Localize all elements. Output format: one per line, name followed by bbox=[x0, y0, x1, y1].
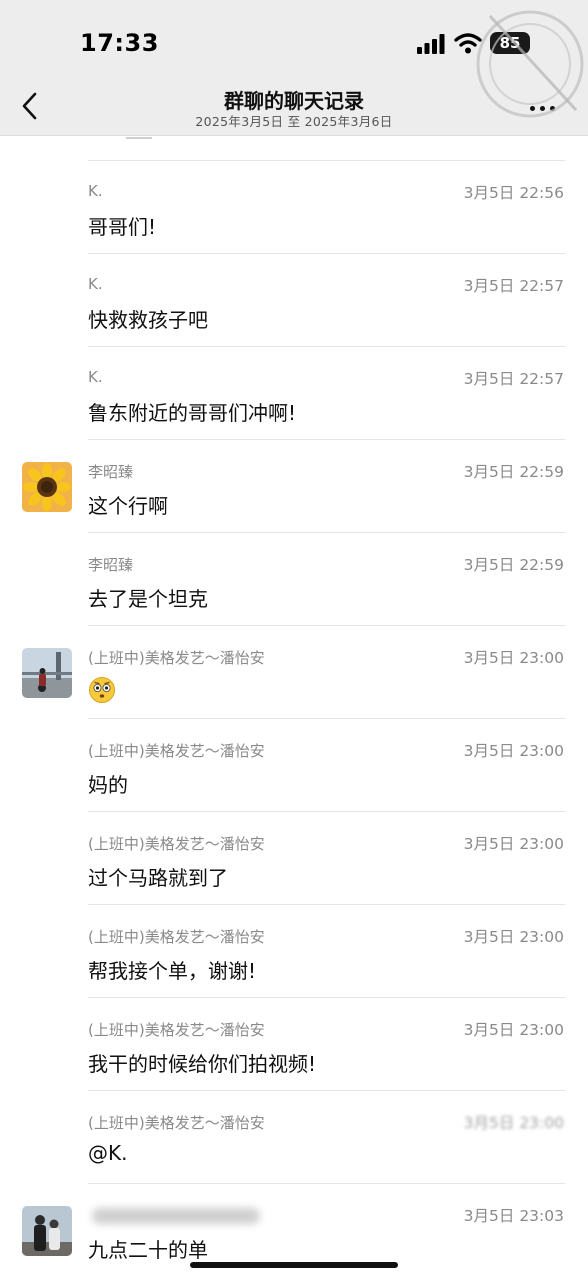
message-text: 九点二十的单 bbox=[88, 1238, 208, 1262]
more-dots-icon[interactable] bbox=[530, 98, 560, 112]
message-time: 3月5日 22:56 bbox=[463, 184, 564, 202]
message-text: 哥哥们! bbox=[88, 215, 157, 239]
list-item[interactable]: 李昭臻 3月5日 22:59 去了是个坦克 bbox=[0, 533, 588, 626]
message-time: 3月5日 23:00 bbox=[463, 1021, 564, 1039]
nav-bar: 群聊的聊天记录 2025年3月5日 至 2025年3月6日 bbox=[0, 80, 588, 136]
list-item[interactable]: (上班中)美格发艺～潘怡安 3月5日 23:00 帮我接个单，谢谢! bbox=[0, 905, 588, 998]
message-time: 3月5日 23:00 bbox=[463, 835, 564, 853]
sender-name: (上班中)美格发艺～潘怡安 bbox=[88, 649, 265, 667]
list-item[interactable]: (上班中)美格发艺～潘怡安 3月5日 23:00 bbox=[0, 626, 588, 719]
message-text: @K. bbox=[88, 1141, 128, 1165]
list-item[interactable]: (上班中)美格发艺～潘怡安 3月5日 23:00 @K. bbox=[0, 1091, 588, 1184]
previous-message-stub bbox=[88, 137, 565, 161]
message-time: 3月5日 23:00 bbox=[463, 928, 564, 946]
signal-icon bbox=[417, 34, 445, 54]
sender-name: (上班中)美格发艺～潘怡安 bbox=[88, 928, 265, 946]
message-time: 3月5日 22:57 bbox=[463, 370, 564, 388]
status-time: 17:33 bbox=[80, 29, 159, 57]
message-time: 3月5日 23:00 bbox=[463, 649, 564, 667]
sunflower-avatar[interactable] bbox=[22, 462, 72, 512]
status-bar: 17:33 85 bbox=[0, 0, 588, 80]
message-text: 鲁东附近的哥哥们冲啊! bbox=[88, 401, 297, 425]
people-avatar[interactable] bbox=[22, 1206, 72, 1256]
list-item[interactable]: K. 3月5日 22:57 鲁东附近的哥哥们冲啊! bbox=[0, 347, 588, 440]
message-text: 过个马路就到了 bbox=[88, 866, 228, 890]
list-item[interactable]: K. 3月5日 22:56 哥哥们! bbox=[0, 161, 588, 254]
list-item[interactable]: (上班中)美格发艺～潘怡安 3月5日 23:00 过个马路就到了 bbox=[0, 812, 588, 905]
list-item[interactable]: (上班中)美格发艺～潘怡安 3月5日 23:00 妈的 bbox=[0, 719, 588, 812]
sender-name: (上班中)美格发艺～潘怡安 bbox=[88, 742, 265, 760]
sender-name: (上班中)美格发艺～潘怡安 bbox=[88, 835, 265, 853]
home-indicator[interactable] bbox=[190, 1262, 398, 1268]
message-text: 帮我接个单，谢谢! bbox=[88, 959, 257, 983]
sender-name: K. bbox=[88, 275, 103, 293]
page-title: 群聊的聊天记录 bbox=[224, 89, 364, 113]
surprised-emoji-icon bbox=[89, 677, 115, 703]
sender-name: (上班中)美格发艺～潘怡安 bbox=[88, 1021, 265, 1039]
sender-name: (上班中)美格发艺～潘怡安 bbox=[88, 1114, 265, 1132]
message-time: 3月5日 23:00 bbox=[463, 742, 564, 760]
wifi-icon bbox=[454, 33, 482, 54]
message-text: 我干的时候给你们拍视频! bbox=[88, 1052, 317, 1076]
battery-icon: 85 bbox=[490, 32, 530, 54]
blurred-sender-name bbox=[92, 1208, 260, 1224]
sender-name: 李昭臻 bbox=[88, 556, 134, 574]
list-item[interactable]: 李昭臻 3月5日 22:59 这个行啊 bbox=[0, 440, 588, 533]
message-time: 3月5日 23:00 bbox=[463, 1114, 564, 1132]
list-item[interactable]: K. 3月5日 22:57 快救救孩子吧 bbox=[0, 254, 588, 347]
sender-name: K. bbox=[88, 182, 103, 200]
date-range: 2025年3月5日 至 2025年3月6日 bbox=[195, 114, 393, 129]
message-time: 3月5日 22:59 bbox=[463, 556, 564, 574]
message-time: 3月5日 23:03 bbox=[463, 1207, 564, 1225]
message-text: 这个行啊 bbox=[88, 494, 168, 518]
chat-list[interactable]: K. 3月5日 22:56 哥哥们! K. 3月5日 22:57 快救救孩子吧 … bbox=[0, 137, 588, 1280]
message-time: 3月5日 22:57 bbox=[463, 277, 564, 295]
sender-name: K. bbox=[88, 368, 103, 386]
list-item[interactable]: (上班中)美格发艺～潘怡安 3月5日 23:00 我干的时候给你们拍视频! bbox=[0, 998, 588, 1091]
message-time: 3月5日 22:59 bbox=[463, 463, 564, 481]
motorbike-avatar[interactable] bbox=[22, 648, 72, 698]
message-text: 快救救孩子吧 bbox=[88, 308, 208, 332]
sender-name: 李昭臻 bbox=[88, 463, 134, 481]
message-text: 妈的 bbox=[88, 773, 128, 797]
message-text: 去了是个坦克 bbox=[88, 587, 208, 611]
